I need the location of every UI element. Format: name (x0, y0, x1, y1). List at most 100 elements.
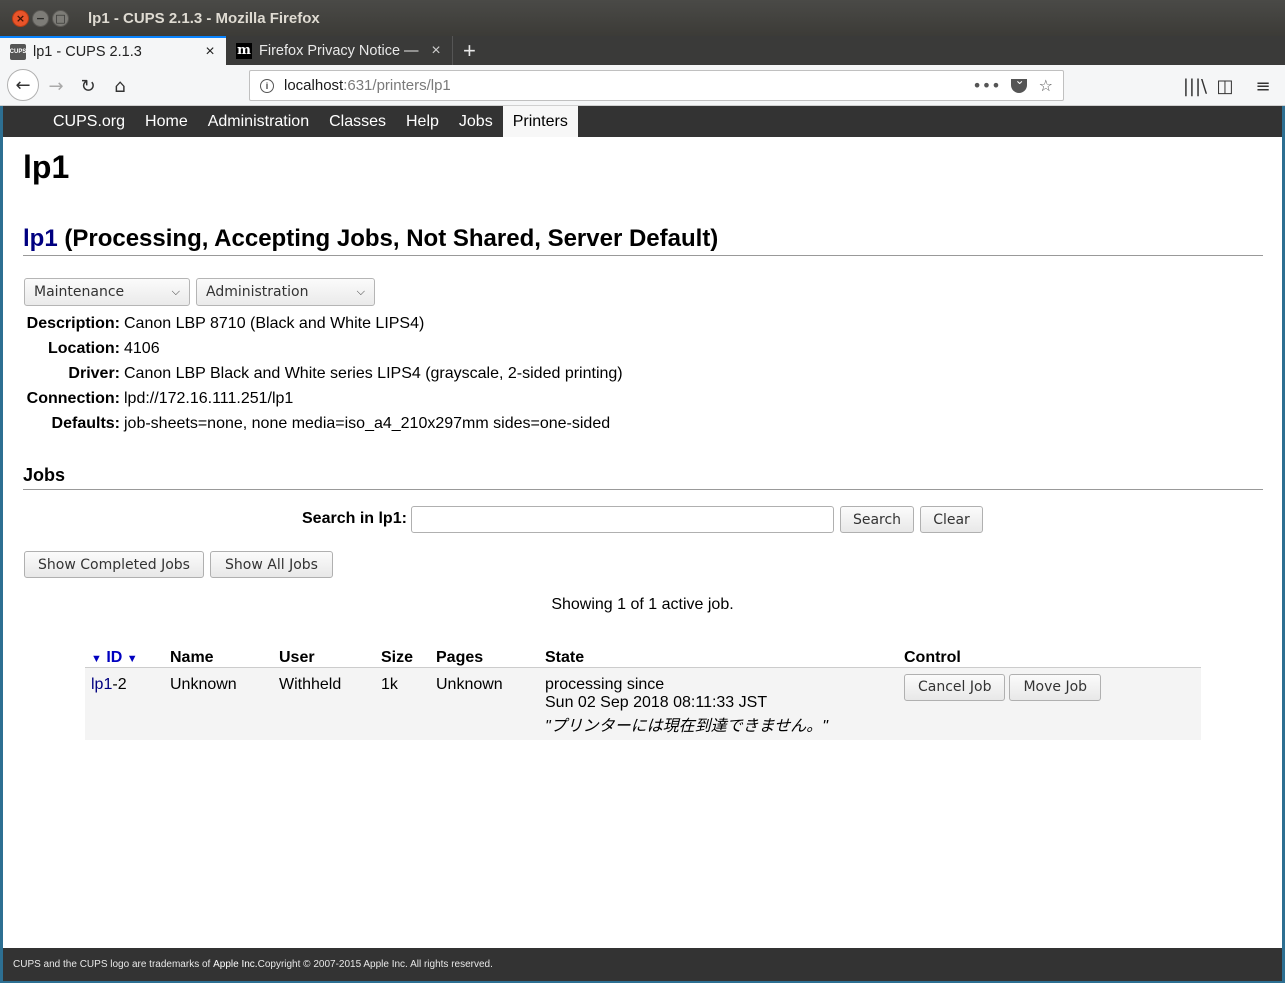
page-footer: CUPS and the CUPS logo are trademarks of… (3, 948, 1282, 981)
pocket-icon[interactable] (1010, 73, 1027, 93)
new-tab-icon[interactable]: + (452, 36, 486, 65)
reload-icon[interactable]: ↻ (73, 71, 103, 101)
printer-link[interactable]: lp1 (23, 225, 58, 252)
th-pages: Pages (430, 645, 539, 668)
tab-close-icon[interactable]: × (202, 43, 218, 61)
printer-status: (Processing, Accepting Jobs, Not Shared,… (57, 225, 719, 252)
bookmark-star-icon[interactable]: ☆ (1039, 76, 1053, 95)
th-id-label: ID (106, 648, 123, 666)
maintenance-select-value: Maintenance (34, 284, 125, 300)
prop-connection: Connection: lpd://172.16.111.251/lp1 (25, 386, 623, 411)
maintenance-select[interactable]: Maintenance ⌵ (24, 278, 190, 306)
jobs-heading: Jobs (23, 465, 1263, 490)
search-button[interactable]: Search (840, 506, 914, 533)
prop-defaults: Defaults: job-sheets=none, none media=is… (25, 411, 623, 436)
nav-cups-org[interactable]: CUPS.org (43, 106, 135, 137)
show-completed-jobs-button[interactable]: Show Completed Jobs (24, 551, 204, 578)
show-all-jobs-button[interactable]: Show All Jobs (210, 551, 333, 578)
state-time: Sun 02 Sep 2018 08:11:33 JST (545, 693, 768, 711)
nav-jobs[interactable]: Jobs (449, 106, 503, 137)
cell-user: Withheld (273, 667, 375, 740)
tab-privacy-notice[interactable]: m Firefox Privacy Notice — × (226, 36, 452, 65)
tab-close-icon[interactable]: × (428, 42, 444, 60)
tab-cups[interactable]: CUPS lp1 - CUPS 2.1.3 × (0, 36, 226, 65)
window-frame-left (0, 106, 3, 983)
site-info-icon[interactable]: i (260, 78, 274, 93)
footer-apple-link[interactable]: Apple Inc. (213, 959, 257, 970)
footer-text: CUPS and the CUPS logo are trademarks of (13, 959, 211, 970)
job-id-suffix: -2 (112, 675, 127, 693)
cups-nav-bar: CUPS.org Home Administration Classes Hel… (3, 106, 1282, 137)
nav-help[interactable]: Help (396, 106, 449, 137)
cups-favicon-icon: CUPS (10, 43, 26, 60)
window-maximize-icon[interactable]: □ (52, 9, 69, 27)
nav-toolbar: ← → ↻ ⌂ i localhost:631/printers/lp1 •••… (0, 65, 1285, 106)
prop-value: 4106 (124, 339, 160, 357)
mozilla-favicon-icon: m (236, 42, 252, 59)
window-close-icon[interactable]: × (12, 9, 29, 27)
th-control: Control (898, 645, 1201, 668)
cell-id: lp1-2 (85, 667, 164, 740)
chevron-down-icon: ⌵ (171, 285, 180, 298)
state-line: processing since (545, 675, 665, 693)
page-actions-icon[interactable]: ••• (972, 76, 1000, 95)
page-title: lp1 (23, 149, 70, 185)
prop-key: Driver: (68, 364, 120, 382)
footer-copyright: Copyright © 2007-2015 Apple Inc. All rig… (257, 959, 493, 970)
state-message: "プリンターには現在到達できません。" (545, 717, 828, 735)
cell-size: 1k (375, 667, 430, 740)
library-icon[interactable]: |||\ (1180, 71, 1210, 101)
home-icon[interactable]: ⌂ (105, 71, 135, 101)
cell-pages: Unknown (430, 667, 539, 740)
th-size: Size (375, 645, 430, 668)
table-header-row: ▼ ID ▼ Name User Size Pages State Contro… (85, 645, 1201, 668)
nav-printers[interactable]: Printers (502, 106, 578, 137)
jobs-table: ▼ ID ▼ Name User Size Pages State Contro… (85, 645, 1201, 740)
window-minimize-icon[interactable]: − (32, 9, 49, 27)
th-state: State (539, 645, 898, 668)
th-id[interactable]: ▼ ID ▼ (85, 645, 164, 668)
nav-administration[interactable]: Administration (198, 106, 319, 137)
tab-label: lp1 - CUPS 2.1.3 (33, 43, 142, 60)
clear-button[interactable]: Clear (920, 506, 983, 533)
forward-arrow-icon[interactable]: → (41, 71, 71, 101)
url-path: :631/printers/lp1 (343, 77, 451, 94)
printer-heading: lp1 (Processing, Accepting Jobs, Not Sha… (23, 225, 1263, 256)
prop-value: job-sheets=none, none media=iso_a4_210x2… (124, 414, 611, 432)
sort-down-icon: ▼ (126, 652, 138, 665)
job-printer-link[interactable]: lp1 (91, 676, 112, 693)
table-row: lp1-2 Unknown Withheld 1k Unknown proces… (85, 667, 1201, 740)
prop-key: Connection: (26, 389, 120, 407)
window-title: lp1 - CUPS 2.1.3 - Mozilla Firefox (88, 9, 320, 27)
url-host: localhost (284, 77, 344, 94)
tab-label: Firefox Privacy Notice — (259, 42, 419, 59)
th-name: Name (164, 645, 273, 668)
administration-select[interactable]: Administration ⌵ (196, 278, 375, 306)
chevron-down-icon: ⌵ (356, 285, 365, 298)
cell-name: Unknown (164, 667, 273, 740)
url-bar[interactable]: i localhost:631/printers/lp1 ••• ☆ (249, 70, 1064, 101)
sort-down-icon: ▼ (91, 652, 102, 665)
prop-value: Canon LBP Black and White series LIPS4 (… (124, 364, 623, 382)
nav-home[interactable]: Home (135, 106, 198, 137)
nav-classes[interactable]: Classes (319, 106, 396, 137)
prop-value: Canon LBP 8710 (Black and White LIPS4) (124, 314, 425, 332)
search-input[interactable] (411, 506, 834, 533)
search-label: Search in lp1: (302, 510, 407, 527)
sidebar-icon[interactable]: ◫ (1210, 71, 1240, 101)
prop-key: Defaults: (51, 414, 120, 432)
administration-select-value: Administration (206, 284, 309, 300)
cell-control: Cancel Job Move Job (898, 667, 1201, 740)
move-job-button[interactable]: Move Job (1009, 673, 1102, 701)
tab-strip: CUPS lp1 - CUPS 2.1.3 × m Firefox Privac… (0, 36, 1285, 65)
showing-count-text: Showing 1 of 1 active job. (551, 596, 734, 613)
window-titlebar: × − □ lp1 - CUPS 2.1.3 - Mozilla Firefox (0, 0, 1285, 36)
prop-location: Location: 4106 (25, 336, 623, 361)
back-arrow-icon[interactable]: ← (7, 69, 39, 101)
hamburger-menu-icon[interactable]: ≡ (1248, 71, 1278, 101)
page-content: lp1 lp1 (Processing, Accepting Jobs, Not… (3, 137, 1282, 948)
cell-state: processing since Sun 02 Sep 2018 08:11:3… (539, 667, 898, 740)
prop-key: Description: (26, 314, 120, 332)
prop-value: lpd://172.16.111.251/lp1 (124, 389, 294, 407)
cancel-job-button[interactable]: Cancel Job (904, 673, 1006, 701)
